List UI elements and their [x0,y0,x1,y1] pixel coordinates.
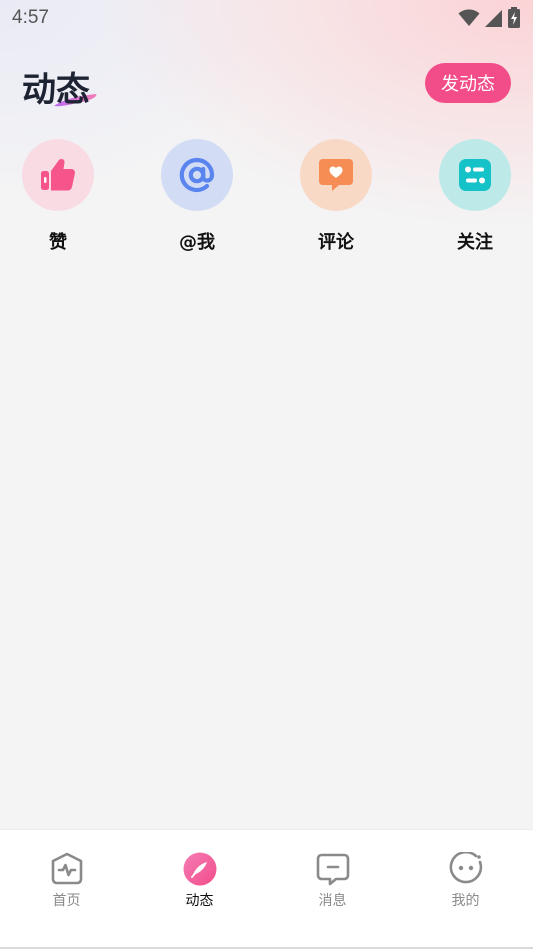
quick-action-likes[interactable]: 赞 [8,138,108,258]
nav-label-home: 首页 [52,893,81,909]
comments-label: 评论 [318,232,354,253]
nav-item-messages[interactable]: 消息 [266,852,399,922]
quick-action-comments[interactable]: 评论 [286,138,386,258]
status-time: 4:57 [12,7,49,28]
mentions-icon-circle [161,139,233,211]
likes-icon-circle [22,139,94,211]
smiley-profile-icon [449,852,483,884]
post-moment-button[interactable]: 发动态 [425,63,511,103]
follows-icon-circle [439,139,511,211]
at-sign-icon [179,157,215,193]
thumbs-up-icon [41,158,75,191]
nav-label-messages: 消息 [318,893,347,909]
status-bar: 4:57 [0,0,533,36]
follows-label: 关注 [457,232,493,253]
status-icons [458,7,521,29]
nav-item-home[interactable]: 首页 [0,852,133,922]
nav-label-moments: 动态 [185,893,214,909]
wifi-icon [458,9,480,26]
nav-item-profile[interactable]: 我的 [399,852,532,922]
battery-charging-icon [508,7,520,28]
mentions-label: @我 [179,232,215,253]
follow-list-icon [459,159,491,191]
feather-icon [183,852,217,886]
page-title-area: 动态 [22,62,112,112]
quick-action-mentions[interactable]: @我 [147,138,247,258]
bottom-nav: 首页 动态 消息 我的 [0,829,533,949]
likes-label: 赞 [49,232,67,253]
quick-action-follows[interactable]: 关注 [425,138,525,258]
comment-heart-icon [319,159,353,191]
nav-label-profile: 我的 [451,893,480,909]
page-title: 动态 [22,70,90,110]
comments-icon-circle [300,139,372,211]
nav-item-moments[interactable]: 动态 [133,852,266,922]
quick-actions: 赞 @我 评论 关注 [0,138,533,258]
cellular-signal-icon [485,9,502,27]
message-icon [316,853,350,886]
page-header: 动态 发动态 [0,56,533,116]
home-pulse-icon [51,852,83,885]
